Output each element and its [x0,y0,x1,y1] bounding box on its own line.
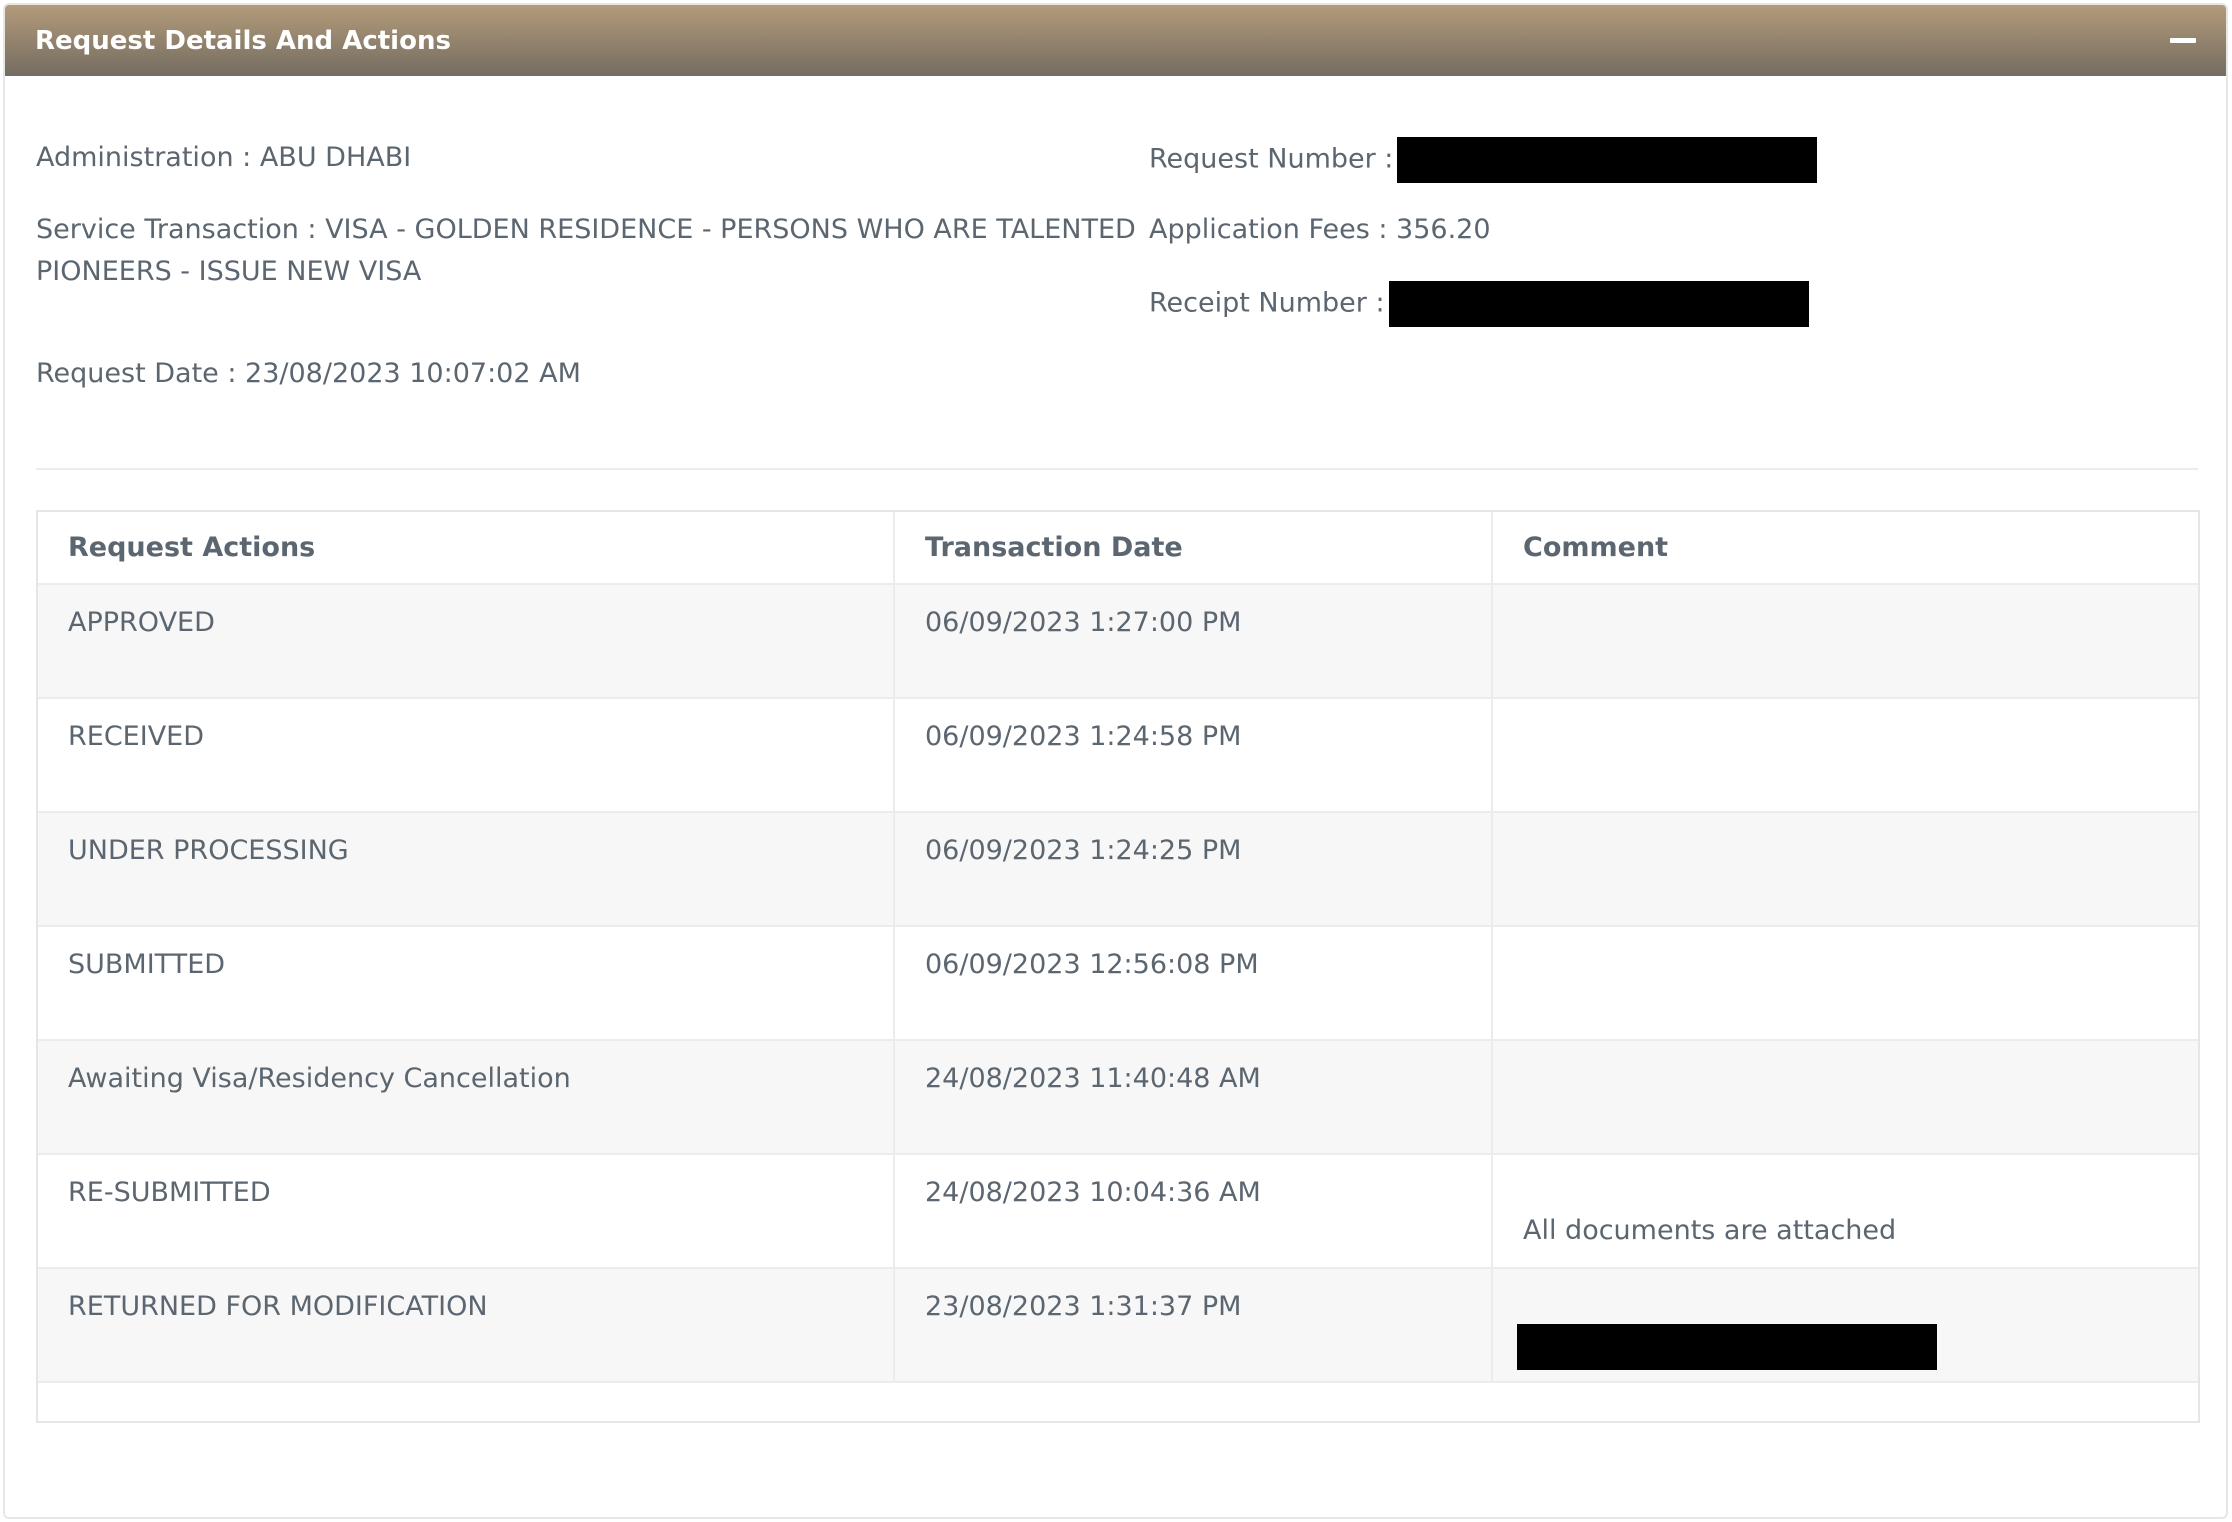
administration-field: Administration : ABU DHABI [36,142,412,173]
action-cell: SUBMITTED [38,926,894,1041]
service-transaction-line1: Service Transaction : VISA - GOLDEN RESI… [36,214,1136,245]
action-cell: RE-SUBMITTED [38,1154,894,1269]
action-cell: UNDER PROCESSING [38,812,894,927]
request-number-label: Request Number : [1149,143,1394,175]
divider [36,468,2198,470]
comment-cell [1491,812,2198,927]
action-cell: RECEIVED [38,698,894,813]
comment-cell [1491,1268,2198,1383]
comment-cell [1491,584,2198,699]
receipt-number-label: Receipt Number : [1149,287,1385,319]
receipt-number-redaction [1388,281,1809,327]
table-row: Awaiting Visa/Residency Cancellation 24/… [38,1040,2198,1155]
request-info: Administration : ABU DHABI Service Trans… [5,76,2226,471]
date-cell: 24/08/2023 10:04:36 AM [893,1154,1492,1269]
panel-title: Request Details And Actions [35,25,451,56]
request-number-redaction [1397,137,1818,183]
table-row: RETURNED FOR MODIFICATION 23/08/2023 1:3… [38,1268,2198,1383]
date-cell: 24/08/2023 11:40:48 AM [893,1040,1492,1155]
header-comment: Comment [1491,512,2198,585]
header-transaction-date: Transaction Date [893,512,1492,585]
action-cell: RETURNED FOR MODIFICATION [38,1268,894,1383]
action-cell: APPROVED [38,584,894,699]
comment-redaction [1517,1324,1937,1370]
comment-cell [1491,698,2198,813]
table-row: RE-SUBMITTED 24/08/2023 10:04:36 AM All … [38,1154,2198,1269]
application-fees-field: Application Fees : 356.20 [1149,214,1491,245]
action-cell: Awaiting Visa/Residency Cancellation [38,1040,894,1155]
comment-cell [1491,1040,2198,1155]
date-cell: 06/09/2023 12:56:08 PM [893,926,1492,1041]
minus-icon[interactable] [2170,38,2196,43]
receipt-number-field: Receipt Number : [1149,281,1809,327]
date-cell: 06/09/2023 1:24:58 PM [893,698,1492,813]
request-actions-table: Request Actions Transaction Date Comment… [36,510,2200,1423]
table-row: UNDER PROCESSING 06/09/2023 1:24:25 PM [38,812,2198,927]
table-row: APPROVED 06/09/2023 1:27:00 PM [38,584,2198,699]
table-row: RECEIVED 06/09/2023 1:24:58 PM [38,698,2198,813]
date-cell: 06/09/2023 1:27:00 PM [893,584,1492,699]
panel-header[interactable]: Request Details And Actions [5,5,2226,76]
date-cell: 23/08/2023 1:31:37 PM [893,1268,1492,1383]
comment-cell: All documents are attached [1491,1154,2198,1269]
table-row: SUBMITTED 06/09/2023 12:56:08 PM [38,926,2198,1041]
comment-cell [1491,926,2198,1041]
table-header-row: Request Actions Transaction Date Comment [38,512,2198,585]
service-transaction-line2: PIONEERS - ISSUE NEW VISA [36,256,422,287]
comment-text: All documents are attached [1523,1215,1897,1246]
date-cell: 06/09/2023 1:24:25 PM [893,812,1492,927]
header-request-actions: Request Actions [38,512,894,585]
request-number-field: Request Number : [1149,137,1818,183]
request-date-field: Request Date : 23/08/2023 10:07:02 AM [36,358,581,389]
request-details-panel: Request Details And Actions Administrati… [3,3,2228,1519]
